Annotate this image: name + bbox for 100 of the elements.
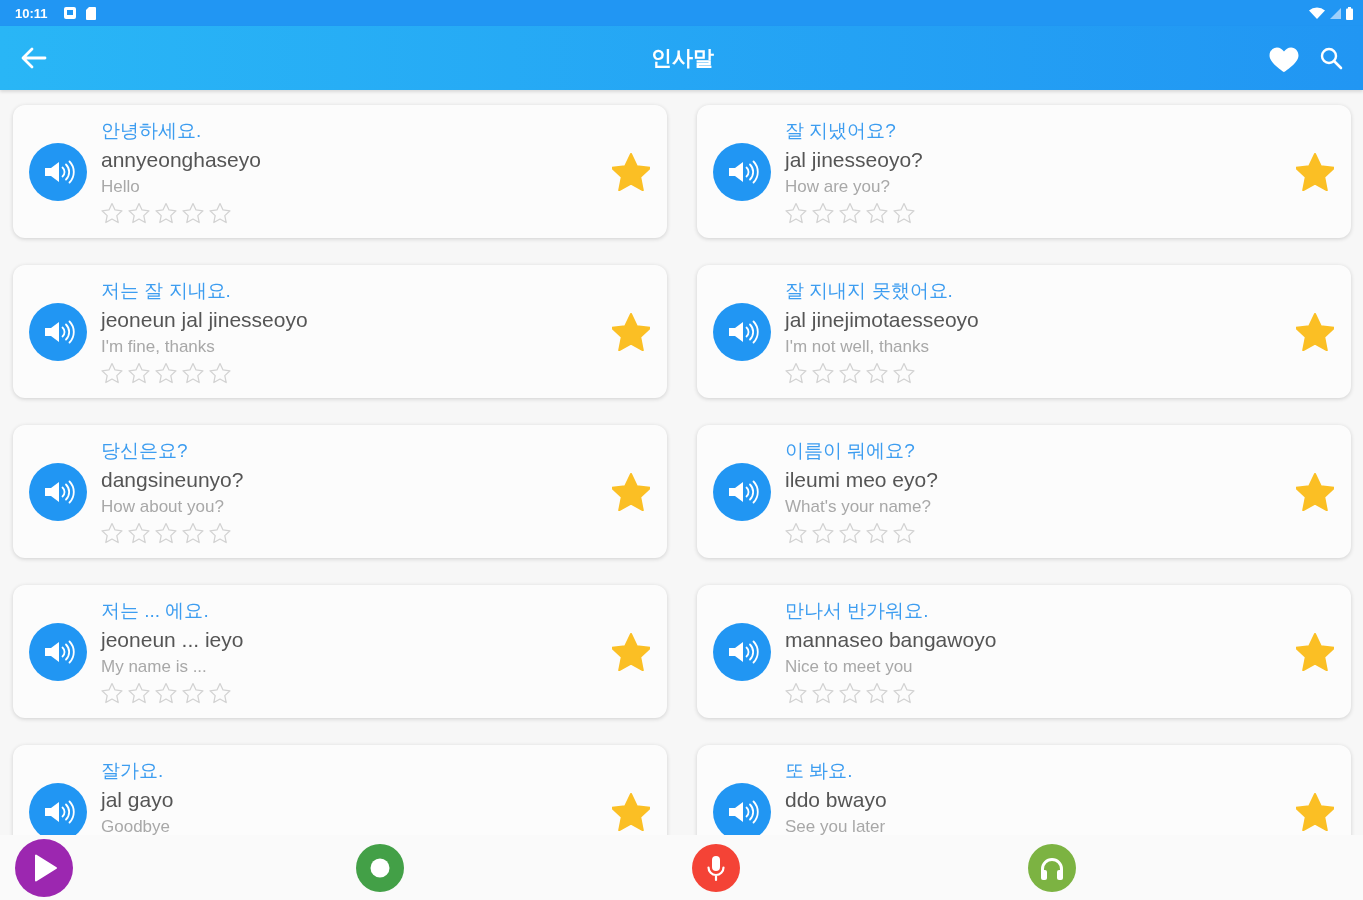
star-icon[interactable] <box>1296 312 1334 351</box>
speaker-icon[interactable] <box>29 142 87 201</box>
star-icon <box>785 681 807 704</box>
star-icon[interactable] <box>1296 632 1334 671</box>
romanization: annyeonghaseyo <box>101 146 261 173</box>
star-icon[interactable] <box>612 152 650 191</box>
translation: What's your name? <box>785 495 931 518</box>
korean-phrase: 잘 지내지 못했어요. <box>785 278 953 303</box>
romanization: jeoneun ... ieyo <box>101 626 244 653</box>
star-icon <box>128 681 150 704</box>
star-icon <box>155 361 177 384</box>
korean-phrase: 당신은요? <box>101 438 188 463</box>
star-icon[interactable] <box>612 312 650 351</box>
star-icon[interactable] <box>612 632 650 671</box>
star-icon <box>128 201 150 224</box>
wifi-icon <box>1309 7 1325 19</box>
star-icon <box>785 201 807 224</box>
star-icon <box>866 361 888 384</box>
korean-phrase: 저는 ... 에요. <box>101 598 209 623</box>
star-icon <box>785 521 807 544</box>
romanization: jeoneun jal jinesseoyo <box>101 306 308 333</box>
star-icon <box>893 361 915 384</box>
back-arrow-icon[interactable] <box>21 47 47 69</box>
korean-phrase: 안녕하세요. <box>101 118 202 143</box>
romanization: jal jinesseoyo? <box>785 146 923 173</box>
korean-phrase: 또 봐요. <box>785 758 853 783</box>
romanization: dangsineunyo? <box>101 466 244 493</box>
speaker-icon[interactable] <box>713 302 771 361</box>
romanization: jal gayo <box>101 786 174 813</box>
star-icon <box>128 361 150 384</box>
star-icon <box>866 521 888 544</box>
star-icon <box>128 521 150 544</box>
speaker-icon[interactable] <box>713 462 771 521</box>
translation: How about you? <box>101 495 224 518</box>
korean-phrase: 만나서 반가워요. <box>785 598 929 623</box>
star-icon <box>155 681 177 704</box>
star-icon <box>209 521 231 544</box>
star-icon <box>101 361 123 384</box>
microphone-icon[interactable] <box>692 843 740 892</box>
speaker-icon[interactable] <box>29 302 87 361</box>
star-icon[interactable] <box>1296 792 1334 831</box>
translation: How are you? <box>785 175 890 198</box>
translation: See you later <box>785 815 886 835</box>
play-icon[interactable] <box>15 838 73 897</box>
korean-phrase: 잘가요. <box>101 758 164 783</box>
translation: Goodbye <box>101 815 170 835</box>
speaker-icon[interactable] <box>713 782 771 835</box>
speaker-icon[interactable] <box>29 622 87 681</box>
headphones-icon[interactable] <box>1028 843 1076 892</box>
battery-icon <box>1346 6 1353 20</box>
star-icon <box>812 681 834 704</box>
star-icon <box>182 521 204 544</box>
star-icon <box>812 201 834 224</box>
star-icon <box>893 521 915 544</box>
romanization: mannaseo bangawoyo <box>785 626 997 653</box>
star-icon <box>182 681 204 704</box>
sd-card-icon <box>85 6 96 20</box>
star-icon <box>812 361 834 384</box>
star-icon <box>155 521 177 544</box>
speaker-icon[interactable] <box>29 782 87 835</box>
star-icon[interactable] <box>612 472 650 511</box>
korean-phrase: 이름이 뭐에요? <box>785 438 915 463</box>
speaker-icon[interactable] <box>29 462 87 521</box>
star-icon[interactable] <box>1296 472 1334 511</box>
romanization: ddo bwayo <box>785 786 887 813</box>
speaker-icon[interactable] <box>713 142 771 201</box>
romanization: ileumi meo eyo? <box>785 466 938 493</box>
star-icon[interactable] <box>612 792 650 831</box>
star-icon <box>839 681 861 704</box>
translation: Hello <box>101 175 140 198</box>
screen-title: 인사말 <box>650 45 714 71</box>
star-icon <box>101 521 123 544</box>
star-icon <box>866 201 888 224</box>
translation: Nice to meet you <box>785 655 913 678</box>
translation: My name is ... <box>101 655 207 678</box>
star-icon <box>101 681 123 704</box>
korean-phrase: 저는 잘 지내요. <box>101 278 231 303</box>
translation: I'm fine, thanks <box>101 335 215 358</box>
translation: I'm not well, thanks <box>785 335 930 358</box>
search-icon[interactable] <box>1319 46 1343 70</box>
star-icon <box>839 521 861 544</box>
star-icon <box>182 201 204 224</box>
romanization: jal jinejimotaesseoyo <box>785 306 979 333</box>
speaker-icon[interactable] <box>713 622 771 681</box>
star-icon <box>866 681 888 704</box>
star-icon <box>839 361 861 384</box>
korean-phrase: 잘 지냈어요? <box>785 118 896 143</box>
star-icon <box>182 361 204 384</box>
star-icon <box>209 361 231 384</box>
star-icon <box>812 521 834 544</box>
star-icon <box>209 201 231 224</box>
notification-icon <box>63 7 76 19</box>
signal-icon <box>1330 7 1341 19</box>
status-time: 10:11 <box>15 5 48 21</box>
record-icon[interactable] <box>356 843 404 892</box>
star-icon[interactable] <box>1296 152 1334 191</box>
star-icon <box>893 201 915 224</box>
star-icon <box>155 201 177 224</box>
star-icon <box>785 361 807 384</box>
star-icon <box>893 681 915 704</box>
